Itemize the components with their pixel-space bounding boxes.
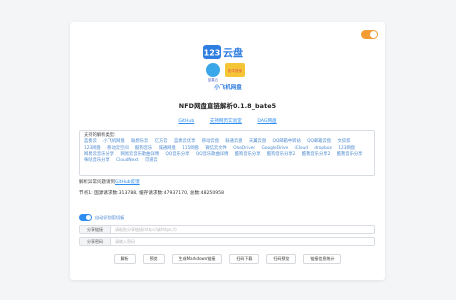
auto-detect-label: 自动识别剪切板 <box>95 214 125 220</box>
main-card: 123 云盘 蓝奏云 奶牛快传 小飞机网盘 NFD网盘直链解析0.1.8_bat… <box>70 22 385 280</box>
supported-type-item: 联通云盘 <box>225 139 243 145</box>
share-password-field: 分享密码 <box>79 237 375 246</box>
feedback-line: 解析异常问题请到GitHub反馈 <box>79 179 140 185</box>
share-password-label: 分享密码 <box>80 238 111 245</box>
supported-type-item: 移动云空间 <box>107 145 129 151</box>
qr-preview-button[interactable]: 扫码预览 <box>266 254 297 264</box>
supported-type-item: 城通网盘 <box>158 145 176 151</box>
supported-type-item: 联想乐云 <box>131 139 149 145</box>
feedback-link[interactable]: GitHub反馈 <box>115 180 140 185</box>
supported-type-item: 可道云 <box>144 158 158 164</box>
header-links: GitHub 支持网页实验室 DAG网盘 <box>70 118 385 124</box>
share-password-input[interactable] <box>111 238 374 245</box>
supported-type-item: 天翼云盘 <box>248 139 267 145</box>
supported-type-item: OneDriver <box>233 145 256 151</box>
supported-type-item: 酷我音乐分享 <box>336 151 363 157</box>
markdown-button[interactable]: 生成Markdown链接 <box>171 254 223 264</box>
parse-button[interactable]: 解析 <box>113 254 136 264</box>
supported-type-item: QQ邮箱云盘 <box>307 139 332 145</box>
supported-type-item: CloudNext <box>116 158 139 164</box>
supported-types-box: 支持的解析类型: 蓝奏云 小飞机网盘 联想乐云 亿方云 蓝奏云优享 移动云盘 联… <box>79 130 375 176</box>
supported-type-item: 酷狗音乐 <box>135 145 153 151</box>
supported-type-item: 移动云盘 <box>201 139 219 145</box>
auto-detect-switch-knob <box>86 215 91 220</box>
link-dag[interactable]: DAG网盘 <box>257 119 276 124</box>
preview-button[interactable]: 预览 <box>142 254 165 264</box>
supported-type-item: 115网盘 <box>182 145 199 151</box>
supported-type-item: 小飞机网盘 <box>103 139 125 145</box>
supported-type-item: GoogleDrive <box>261 145 289 151</box>
supported-type-item: dropbox <box>314 145 332 151</box>
supported-type-item: 蓝奏云 <box>84 139 97 145</box>
action-buttons: 解析 预览 生成Markdown链接 扫码下载 扫码预览 链接信息统计 <box>70 254 385 264</box>
supported-type-item: QQ邮箱中转站 <box>272 139 301 145</box>
logo-tag-1: 蓝奏云 <box>208 77 219 82</box>
supported-type-item: 酷狗音乐分享 <box>234 151 261 157</box>
supported-type-item: 网易云音乐分享 <box>84 151 115 157</box>
theme-toggle[interactable] <box>361 30 378 39</box>
link-lab[interactable]: 支持网页实验室 <box>210 119 242 124</box>
supported-types-list: 蓝奏云 小飞机网盘 联想乐云 亿方云 蓝奏云优享 移动云盘 联通云盘 天翼云盘 … <box>84 139 367 163</box>
supported-type-item: 蓝奏云优享 <box>173 139 196 145</box>
share-link-input[interactable] <box>111 226 374 233</box>
logo-badge: 123 <box>204 49 221 58</box>
share-link-field: 分享链接 <box>79 225 375 234</box>
supported-type-item: iCloud <box>294 145 308 151</box>
supported-type-item: 网易云音乐歌曲详情 <box>120 151 160 157</box>
share-link-label: 分享链接 <box>80 226 111 233</box>
supported-type-item: 酷我音乐分享2 <box>301 151 331 157</box>
supported-type-item: 123网盘 <box>338 145 356 151</box>
app-logo: 123 云盘 蓝奏云 奶牛快传 小飞机网盘 <box>203 45 245 91</box>
auto-detect-row: 自动识别剪切板 <box>79 214 124 221</box>
logo-sub: 小飞机网盘 <box>214 83 242 91</box>
auto-detect-switch[interactable] <box>79 214 92 221</box>
logo-tag-2: 奶牛快传 <box>228 68 242 73</box>
supported-type-item: QQ音乐分享 <box>165 151 190 157</box>
page-title: NFD网盘直链解析0.1.8_bate5 <box>178 102 277 110</box>
feedback-text: 解析异常问题请到 <box>79 180 115 185</box>
supported-type-item: 咪咕音乐分享 <box>84 158 110 164</box>
supported-type-item: 文叔叔 <box>337 139 351 145</box>
stats-button[interactable]: 链接信息统计 <box>303 254 342 264</box>
node-info: 节点1: 国源请求数:313788, 缓存请求数:47937170, 总数:48… <box>79 191 225 196</box>
link-github[interactable]: GitHub <box>178 119 194 124</box>
supported-type-item: 微信云文件 <box>205 145 227 151</box>
supported-type-item: 亿方云 <box>154 139 168 145</box>
qr-download-button[interactable]: 扫码下载 <box>229 254 260 264</box>
logo-main: 云盘 <box>223 47 243 60</box>
supported-type-item: 酷狗音乐分享2 <box>266 151 296 157</box>
supported-type-item: 123网盘 <box>84 145 101 151</box>
theme-toggle-knob <box>370 31 377 38</box>
supported-type-item: QQ音乐歌曲详情 <box>195 151 229 157</box>
